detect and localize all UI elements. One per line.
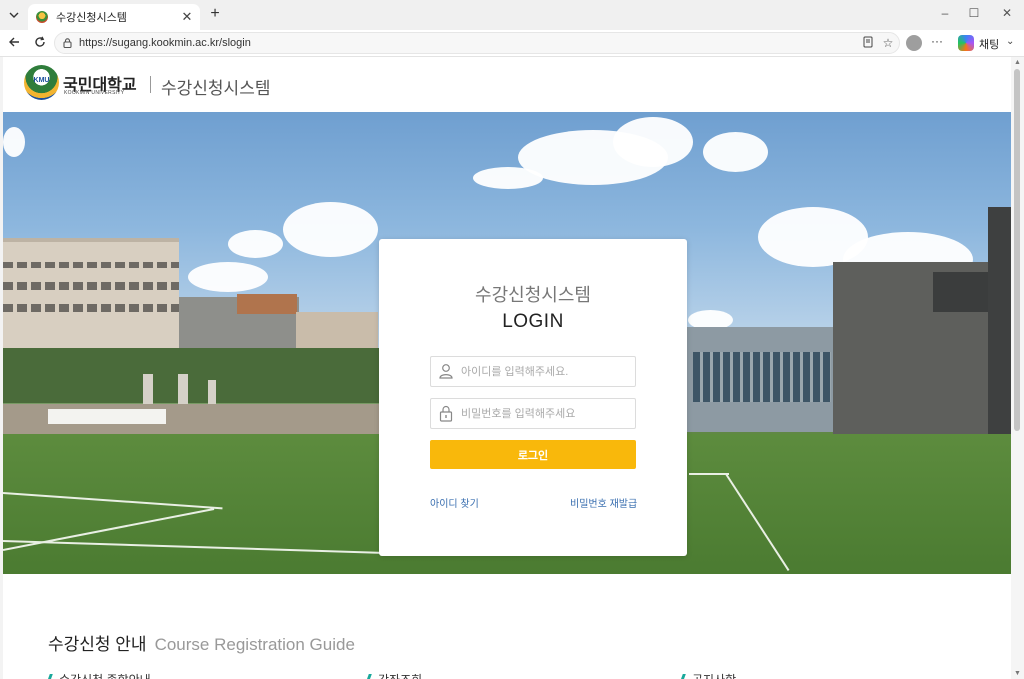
lock-icon[interactable] bbox=[63, 38, 72, 48]
reset-password-link[interactable]: 비밀번호 재발급 bbox=[570, 495, 637, 510]
minimize-button[interactable]: – bbox=[935, 6, 955, 24]
more-options-icon[interactable]: ··· bbox=[931, 34, 943, 48]
new-tab-button[interactable]: + bbox=[206, 6, 224, 24]
refresh-button[interactable] bbox=[30, 34, 50, 52]
address-bar[interactable]: https://sugang.kookmin.ac.kr/slogin ☆ bbox=[54, 32, 900, 54]
site-header: KMU 국민대학교 KOOKMIN UNIVERSITY 수강신청시스템 bbox=[3, 57, 1011, 112]
login-card: 수강신청시스템 LOGIN 로그인 아이디 찾기 비밀번호 재발급 bbox=[379, 239, 687, 556]
close-window-button[interactable]: ✕ bbox=[997, 6, 1017, 24]
find-id-link[interactable]: 아이디 찾기 bbox=[430, 495, 479, 510]
profile-avatar[interactable] bbox=[906, 35, 922, 51]
page-viewport: KMU 국민대학교 KOOKMIN UNIVERSITY 수강신청시스템 수강신… bbox=[3, 57, 1011, 679]
user-id-field[interactable] bbox=[430, 356, 636, 387]
guide-title-korean: 수강신청 안내 bbox=[48, 635, 147, 654]
guide-item-overview[interactable]: 수강신청 종합안내 bbox=[48, 671, 151, 679]
scroll-up-icon[interactable]: ▲ bbox=[1014, 59, 1021, 66]
password-field[interactable] bbox=[430, 398, 636, 429]
favorite-star-icon[interactable]: ☆ bbox=[881, 36, 895, 50]
site-system-name: 수강신청시스템 bbox=[161, 79, 271, 98]
reading-view-icon[interactable] bbox=[861, 36, 875, 50]
chevron-down-icon[interactable]: ⌄ bbox=[1006, 36, 1014, 47]
guide-item-courses[interactable]: 강좌조회 bbox=[367, 671, 422, 679]
login-button[interactable]: 로그인 bbox=[430, 440, 636, 469]
copilot-label[interactable]: 채팅 bbox=[979, 36, 999, 52]
site-favicon-icon bbox=[36, 11, 48, 23]
browser-tab[interactable]: 수강신청시스템 ✕ bbox=[28, 4, 200, 30]
scroll-down-icon[interactable]: ▼ bbox=[1014, 670, 1021, 677]
password-input[interactable] bbox=[461, 399, 633, 428]
browser-toolbar: https://sugang.kookmin.ac.kr/slogin ☆ ··… bbox=[0, 30, 1024, 57]
login-system-name: 수강신청시스템 bbox=[475, 285, 591, 305]
scroll-thumb[interactable] bbox=[1014, 69, 1020, 431]
hero-campus-image: 수강신청시스템 LOGIN 로그인 아이디 찾기 비밀번호 재발급 bbox=[3, 112, 1011, 574]
back-button[interactable] bbox=[4, 34, 24, 52]
page-scrollbar[interactable]: ▲ ▼ bbox=[1011, 57, 1024, 679]
user-icon bbox=[439, 364, 453, 379]
padlock-icon bbox=[439, 405, 453, 422]
user-id-input[interactable] bbox=[461, 357, 633, 386]
university-logo-icon[interactable]: KMU bbox=[24, 65, 59, 100]
tab-actions-menu-icon[interactable] bbox=[5, 6, 23, 24]
copilot-icon[interactable] bbox=[958, 35, 974, 51]
maximize-button[interactable]: ☐ bbox=[964, 6, 984, 24]
login-title: LOGIN bbox=[502, 311, 564, 332]
logo-emblem-text: KMU bbox=[33, 77, 50, 84]
header-divider bbox=[150, 76, 151, 93]
browser-tabstrip: 수강신청시스템 ✕ + – ☐ ✕ bbox=[0, 0, 1024, 30]
url-text[interactable]: https://sugang.kookmin.ac.kr/slogin bbox=[79, 37, 251, 49]
logo-english-text: KOOKMIN UNIVERSITY bbox=[64, 90, 125, 96]
guide-title-english: Course Registration Guide bbox=[154, 635, 355, 654]
course-guide-heading: 수강신청 안내 Course Registration Guide bbox=[48, 630, 355, 655]
tab-close-icon[interactable]: ✕ bbox=[178, 9, 196, 25]
guide-item-notices[interactable]: 공지사항 bbox=[681, 671, 736, 679]
tab-title: 수강신청시스템 bbox=[56, 12, 127, 24]
